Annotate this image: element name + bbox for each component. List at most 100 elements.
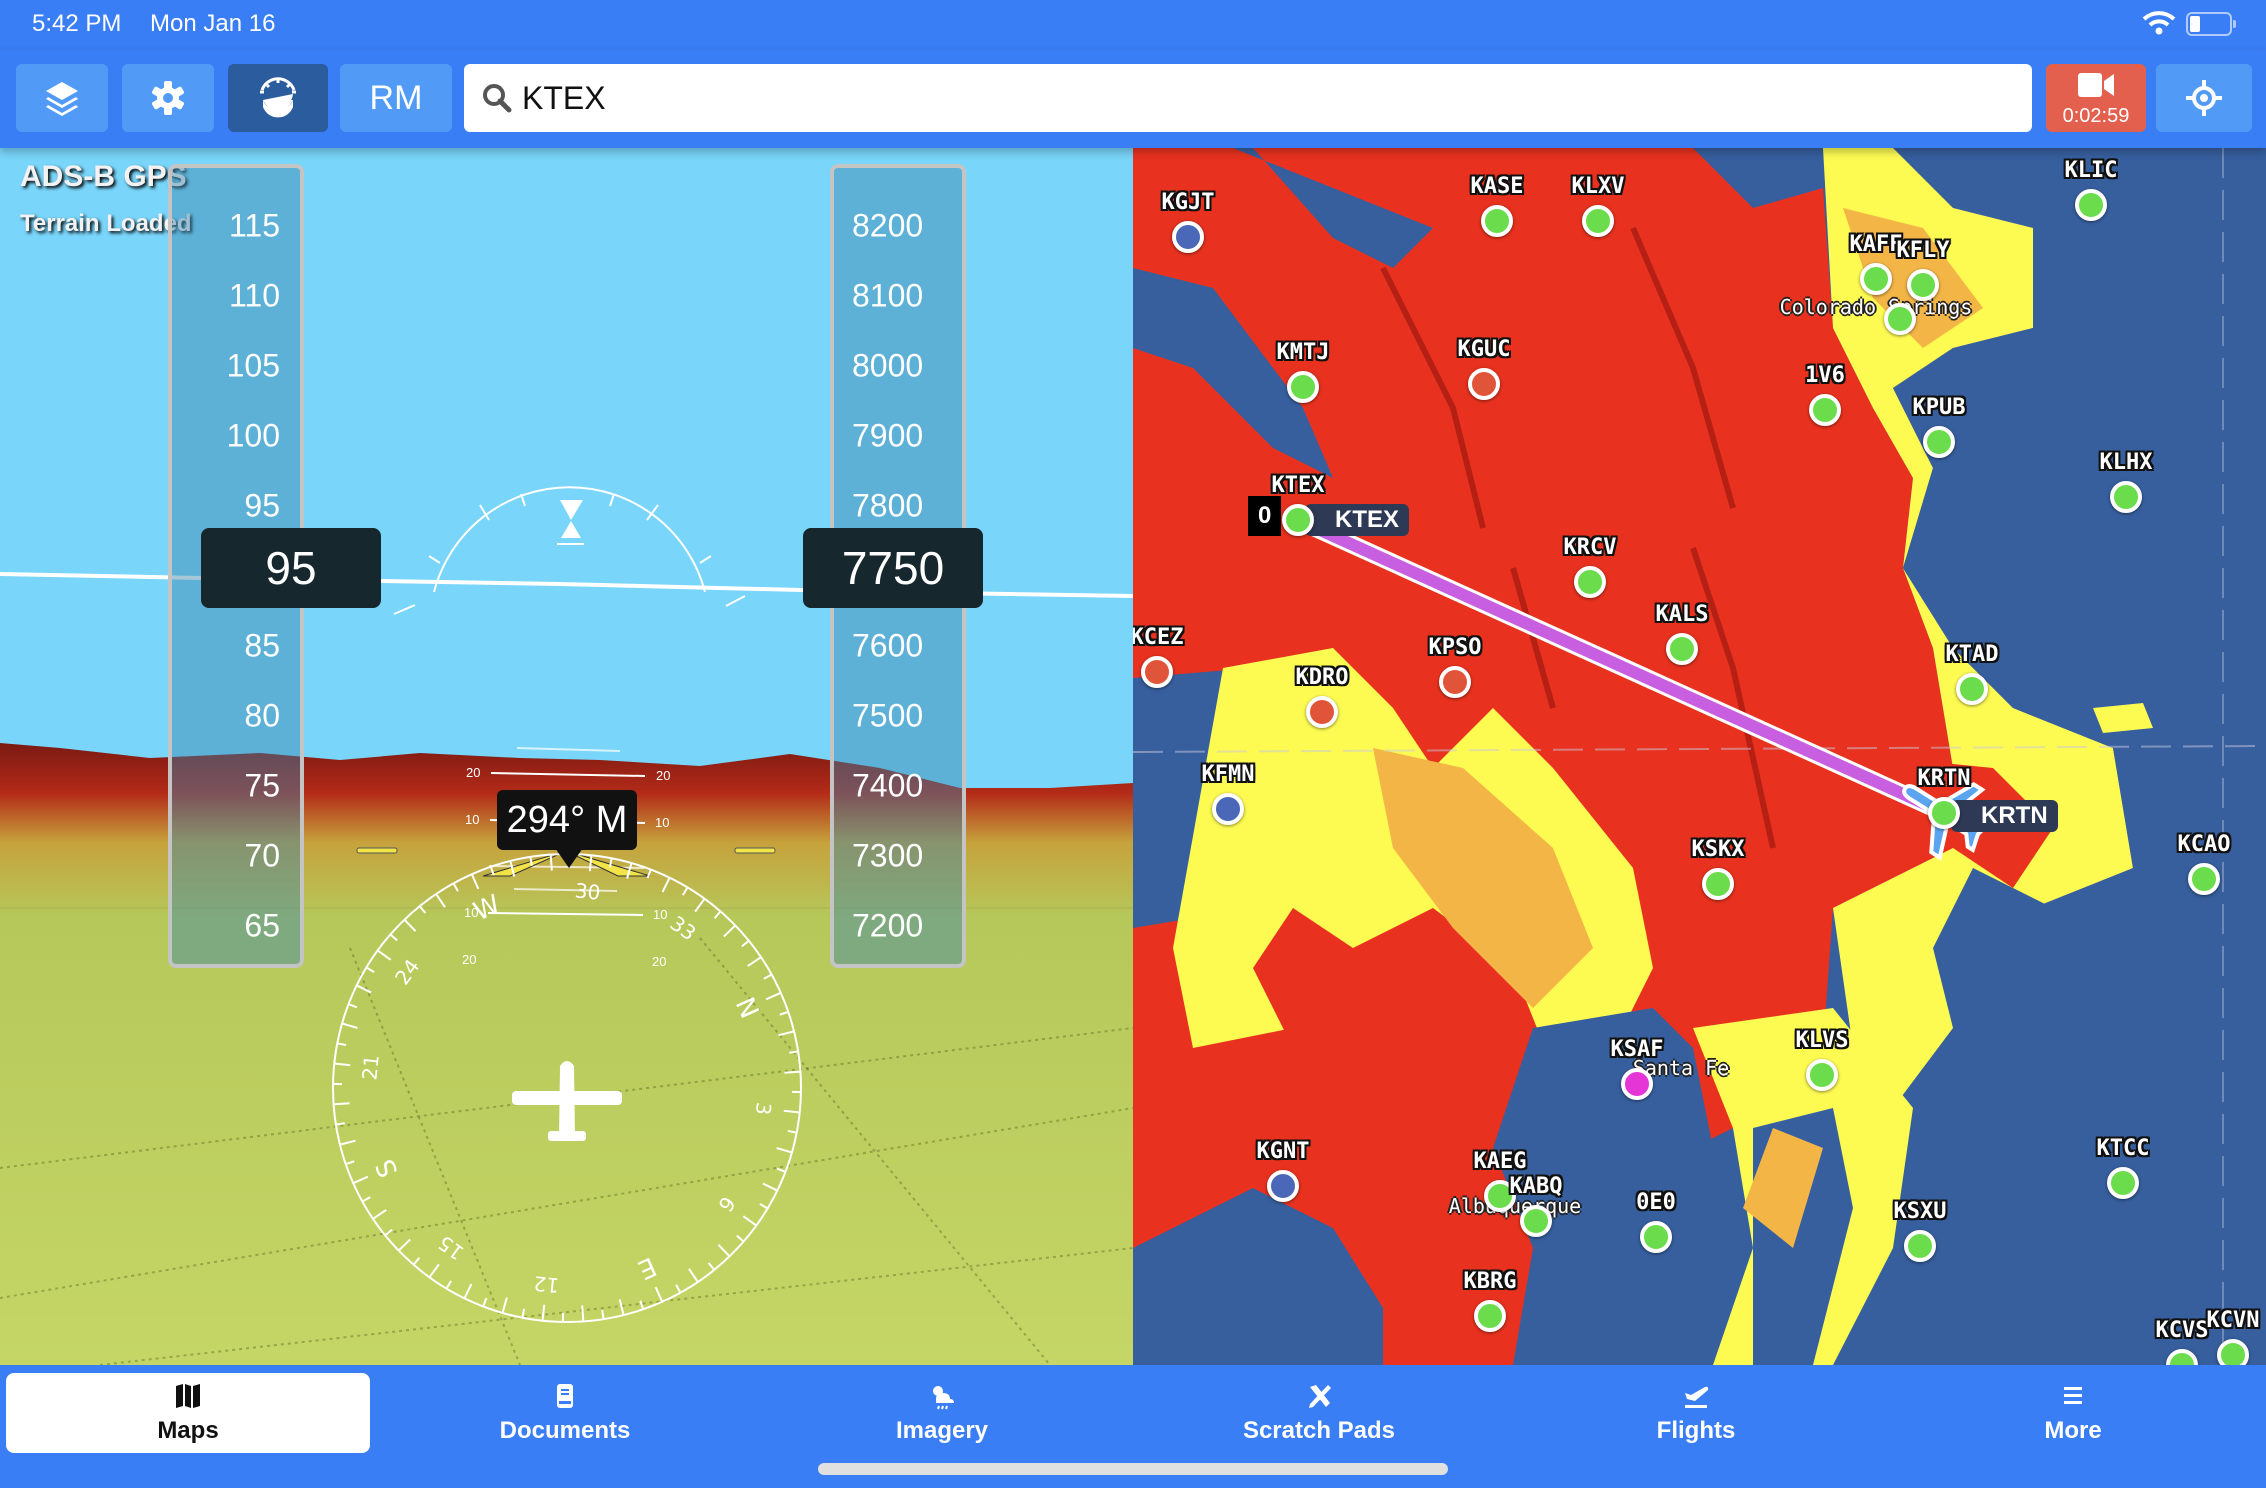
airport-label-ktad[interactable]: KTAD [1946, 642, 1999, 667]
compass-label: 21 [357, 1053, 384, 1081]
battery-icon [2186, 12, 2236, 36]
airport-marker-kals[interactable] [1666, 633, 1698, 665]
compass-tick [403, 918, 417, 932]
compass-tick [337, 1042, 347, 1047]
airport-marker-klhx[interactable] [2110, 481, 2142, 513]
airport-label-kpub[interactable]: KPUB [1913, 395, 1966, 420]
airport-label-kskx[interactable]: KSKX [1692, 837, 1745, 862]
airport-marker-kmtj[interactable] [1287, 371, 1319, 403]
tab-scratch-pads[interactable]: Scratch Pads [1137, 1373, 1501, 1453]
airport-label-klic[interactable]: KLIC [2065, 158, 2118, 183]
airport-label-klxv[interactable]: KLXV [1572, 174, 1625, 199]
airport-marker-kpub[interactable] [1923, 426, 1955, 458]
tab-more[interactable]: More [1891, 1373, 2255, 1453]
compass-label: N [729, 993, 764, 1023]
airport-marker-kbrg[interactable] [1474, 1300, 1506, 1332]
compass-tick [762, 1182, 778, 1192]
airport-label-kbrg[interactable]: KBRG [1464, 1269, 1517, 1294]
airport-marker-kfmn[interactable] [1212, 793, 1244, 825]
rm-button[interactable]: RM [340, 64, 452, 132]
tab-flights[interactable]: Flights [1514, 1373, 1878, 1453]
record-button[interactable]: 0:02:59 [2046, 64, 2146, 132]
map-view[interactable]: 0 KTEX KRTN Colorado Springs Santa Fe Al… [1133, 148, 2266, 1365]
airport-label-ksaf[interactable]: KSAF [1611, 1037, 1664, 1062]
airport-marker-klic[interactable] [2075, 189, 2107, 221]
airport-marker-kcao[interactable] [2188, 863, 2220, 895]
airport-label-kfly[interactable]: KFLY [1897, 238, 1950, 263]
airport-label-ktcc[interactable]: KTCC [2097, 1136, 2150, 1161]
airport-label-kaff[interactable]: KAFF [1850, 232, 1903, 257]
bank-pointer [560, 500, 583, 520]
airport-marker-ksxu[interactable] [1904, 1230, 1936, 1262]
airport-label-kase[interactable]: KASE [1471, 174, 1524, 199]
origin-waypoint-tag[interactable]: KTEX [1305, 504, 1410, 536]
airport-marker-1v6[interactable] [1809, 394, 1841, 426]
airport-label-kcvn[interactable]: KCVN [2207, 1308, 2260, 1333]
airport-marker-kfly[interactable] [1907, 269, 1939, 301]
airport-marker-klvs[interactable] [1806, 1059, 1838, 1091]
airport-label-krcv[interactable]: KRCV [1564, 535, 1617, 560]
synthetic-vision-view[interactable]: ADS-B GPS Terrain Loaded 115110105100959… [0, 148, 1133, 1365]
home-indicator[interactable] [818, 1463, 1448, 1475]
airport-label-ksxu[interactable]: KSXU [1894, 1199, 1947, 1224]
airport-label-kdro[interactable]: KDRO [1296, 665, 1349, 690]
airport-marker-ktex[interactable] [1282, 504, 1314, 536]
airport-label-kmtj[interactable]: KMTJ [1277, 340, 1330, 365]
search-input[interactable]: KTEX [464, 64, 2032, 132]
airport-label-kcez[interactable]: KCEZ [1133, 625, 1183, 650]
airport-label-kcao[interactable]: KCAO [2178, 832, 2231, 857]
airport-label-1v6[interactable]: 1V6 [1805, 363, 1845, 388]
synthetic-vision-button[interactable] [228, 64, 328, 132]
airport-marker-kgnt[interactable] [1267, 1170, 1299, 1202]
airport-label-kcvs[interactable]: KCVS [2156, 1318, 2209, 1343]
airport-marker-0e0[interactable] [1640, 1221, 1672, 1253]
airport-marker-kguc[interactable] [1468, 368, 1500, 400]
airport-marker-klxv[interactable] [1582, 205, 1614, 237]
airport-marker-kskx[interactable] [1702, 868, 1734, 900]
compass-tick [428, 1263, 440, 1278]
heading-pointer [555, 848, 583, 868]
airport-marker-ktad[interactable] [1956, 673, 1988, 705]
tab-documents[interactable]: Documents [383, 1373, 747, 1453]
airport-marker-ksaf[interactable] [1621, 1068, 1653, 1100]
airport-label-krtn[interactable]: KRTN [1918, 766, 1971, 791]
airport-marker-kase[interactable] [1481, 205, 1513, 237]
layers-button[interactable] [16, 64, 108, 132]
airport-marker-kabq[interactable] [1520, 1205, 1552, 1237]
airport-label-kfmn[interactable]: KFMN [1202, 762, 1255, 787]
airport-label-kabq[interactable]: KABQ [1510, 1174, 1563, 1199]
locate-button[interactable] [2156, 64, 2252, 132]
airport-label-kgjt[interactable]: KGJT [1162, 190, 1215, 215]
compass-tick [765, 991, 782, 1001]
airport-label-kals[interactable]: KALS [1656, 602, 1709, 627]
airport-marker-krtn[interactable] [1928, 797, 1960, 829]
airport-label-0e0[interactable]: 0E0 [1636, 1190, 1676, 1215]
airport-marker-kpso[interactable] [1439, 666, 1471, 698]
layers-icon [46, 82, 78, 116]
compass-tick [365, 966, 375, 973]
ownship-icon [512, 1061, 622, 1141]
airport-label-klhx[interactable]: KLHX [2100, 450, 2153, 475]
tab-maps[interactable]: Maps [6, 1373, 370, 1453]
airport-label-ktex[interactable]: KTEX [1272, 473, 1325, 498]
airport-label-kpso[interactable]: KPSO [1429, 635, 1482, 660]
airport-marker-ktcc[interactable] [2107, 1167, 2139, 1199]
tab-imagery[interactable]: Imagery [760, 1373, 1124, 1453]
airport-marker-krcv[interactable] [1574, 566, 1606, 598]
compass-tick [418, 905, 427, 914]
airport-label-kgnt[interactable]: KGNT [1257, 1139, 1310, 1164]
airport-marker-kgjt[interactable] [1172, 221, 1204, 253]
record-timer: 0:02:59 [2062, 105, 2130, 127]
airport-marker-kcez[interactable] [1141, 656, 1173, 688]
compass-tick [682, 886, 689, 896]
airport-marker-kaff[interactable] [1860, 263, 1892, 295]
airport-label-klvs[interactable]: KLVS [1796, 1028, 1849, 1053]
airport-label-kaeg[interactable]: KAEG [1474, 1149, 1527, 1174]
airport-marker-kcvn[interactable] [2217, 1339, 2249, 1365]
destination-waypoint-tag[interactable]: KRTN [1951, 800, 2058, 832]
compass-tick [521, 1308, 526, 1318]
airport-label-kguc[interactable]: KGUC [1458, 337, 1511, 362]
airport-marker-kdro[interactable] [1306, 696, 1338, 728]
settings-button[interactable] [122, 64, 214, 132]
airport-marker-cos[interactable] [1884, 303, 1916, 335]
